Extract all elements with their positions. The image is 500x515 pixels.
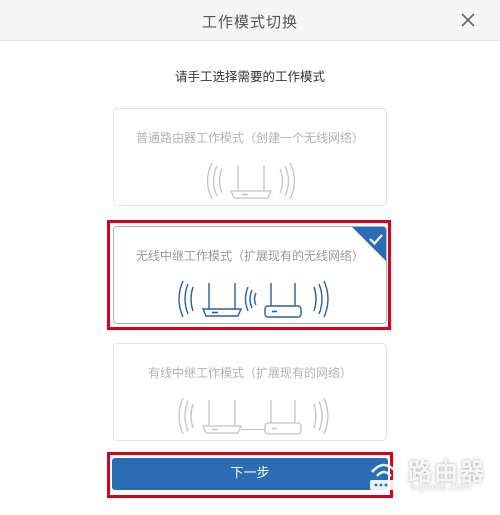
watermark-site: luyouqi.com xyxy=(410,482,472,493)
mode-prompt: 请手工选择需要的工作模式 xyxy=(174,69,325,84)
single-router-wifi-icon xyxy=(206,162,296,200)
wireless-repeater-icon xyxy=(178,280,329,318)
next-button[interactable]: 下一步 xyxy=(112,458,388,490)
selected-check-icon xyxy=(352,227,386,261)
close-icon[interactable] xyxy=(454,6,482,34)
wired-repeater-icon xyxy=(178,397,329,435)
mode-option-router[interactable]: 普通路由器工作模式（创建一个无线网络） xyxy=(113,108,387,206)
watermark-text: 路由器 xyxy=(408,458,486,486)
mode-option-wired-repeater[interactable]: 有线中继工作模式（扩展现有的网络） xyxy=(113,343,387,441)
mode-option-wireless-repeater[interactable]: 无线中继工作模式（扩展现有的无线网络） xyxy=(113,226,387,324)
mode-switch-dialog: 工作模式切换 请手工选择需要的工作模式 普通路由器工作模式（创建一个无线网络） … xyxy=(0,0,500,515)
dialog-title: 工作模式切换 xyxy=(201,13,298,31)
dialog-titlebar: 工作模式切换 xyxy=(0,0,500,41)
